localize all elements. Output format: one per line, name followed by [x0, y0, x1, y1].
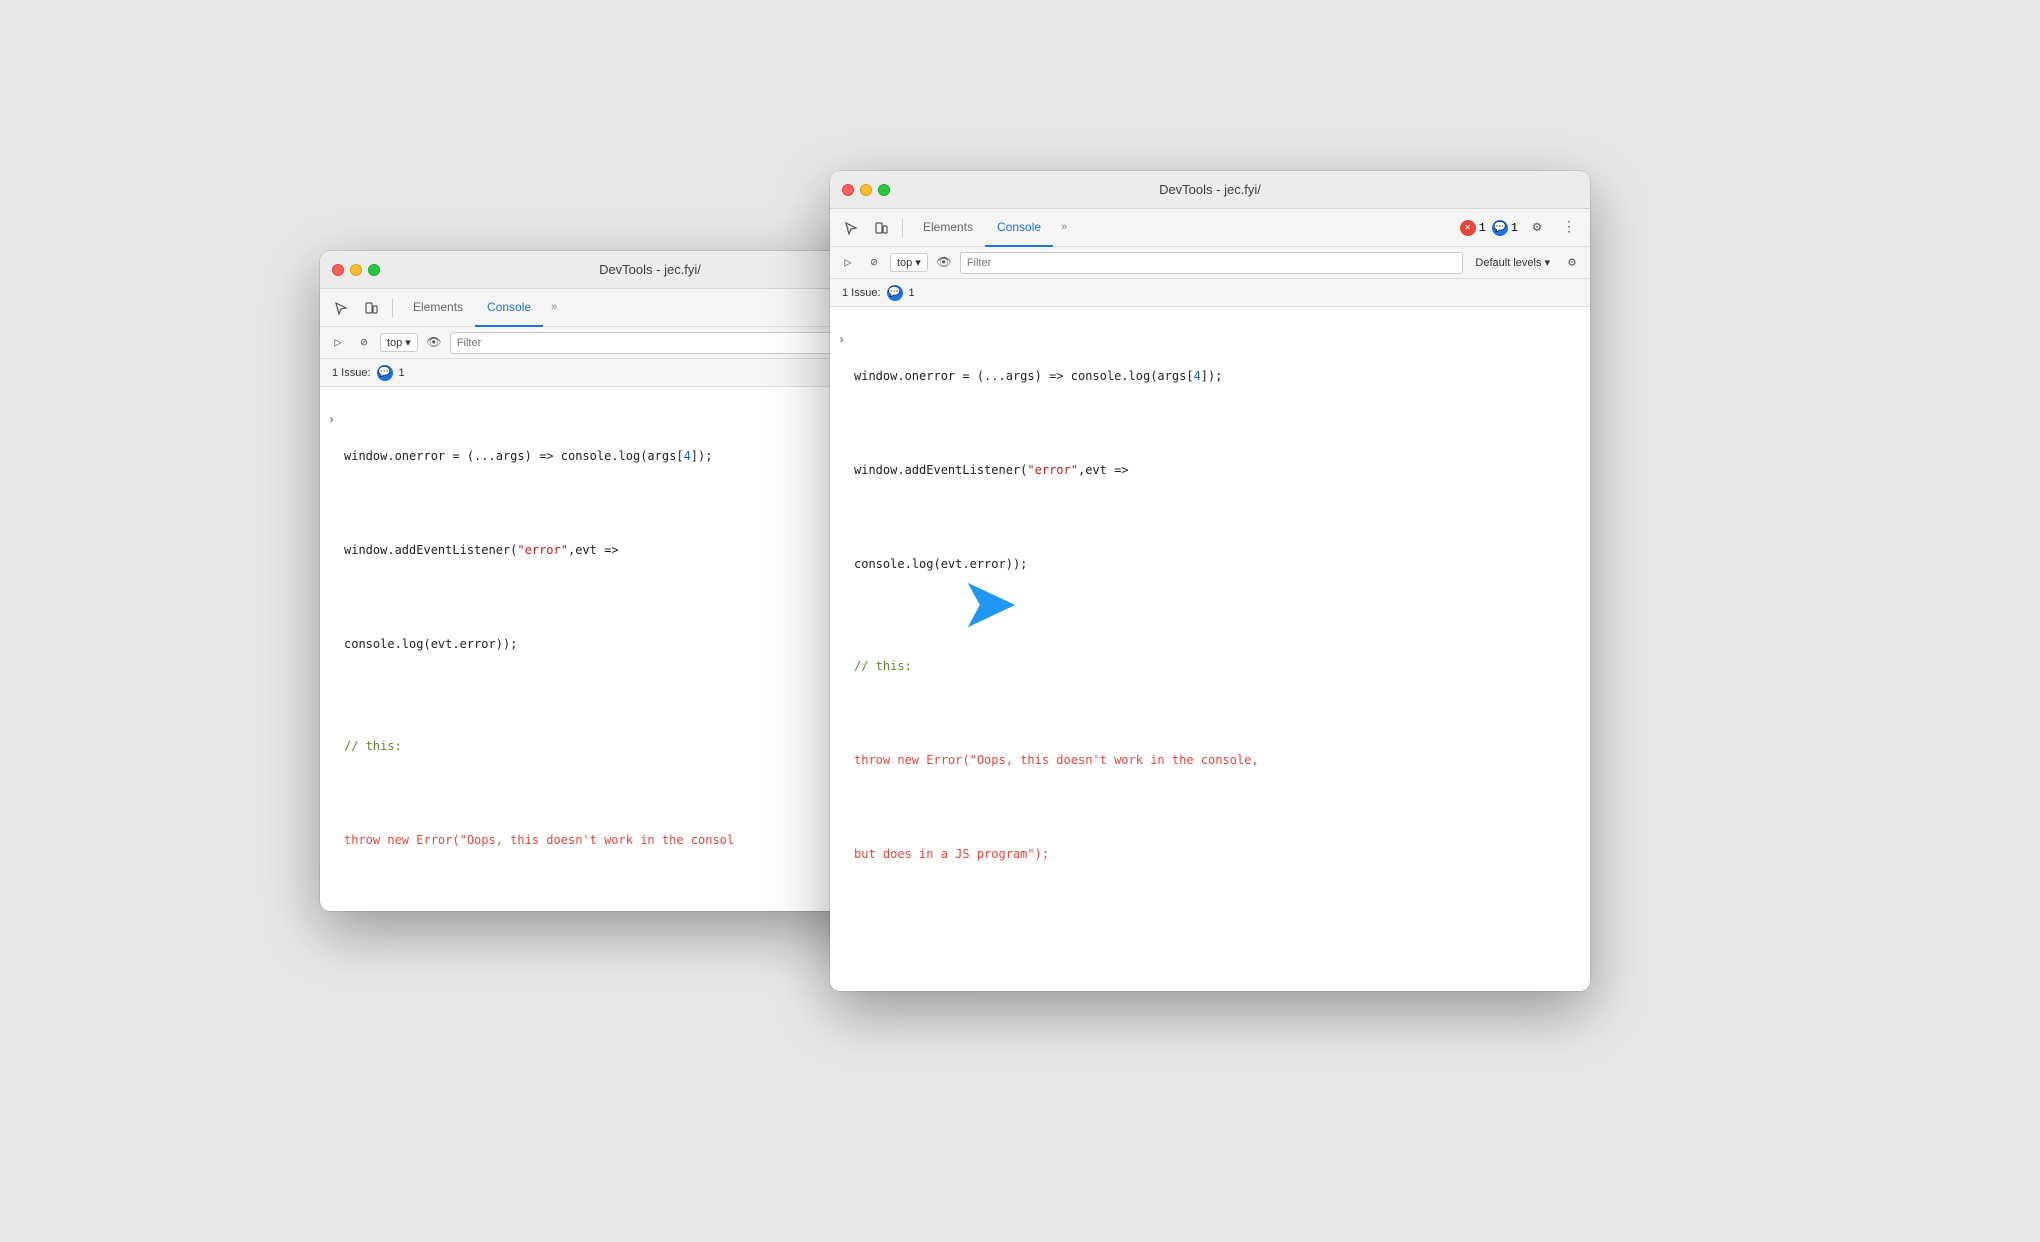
window-title-back: DevTools - jec.fyi/: [599, 262, 701, 277]
tab-more-back[interactable]: »: [543, 289, 565, 327]
error-count-front: 1: [1479, 221, 1486, 235]
top-label-back: top: [387, 337, 402, 349]
filter-input-front[interactable]: [960, 252, 1464, 274]
minimize-button-back[interactable]: [350, 264, 362, 276]
tab-elements-back[interactable]: Elements: [401, 289, 475, 327]
levels-label-front: Default levels: [1475, 257, 1541, 269]
tab-console-back[interactable]: Console: [475, 289, 543, 327]
run-btn-back[interactable]: ▷: [328, 333, 348, 353]
issues-count-back: 1: [399, 367, 405, 379]
issues-badge-front: 💬: [887, 285, 903, 301]
filter-input-back[interactable]: [450, 332, 854, 354]
scene: DevTools - jec.fyi/ Elements Console » ✕…: [320, 171, 1720, 1071]
close-button-front[interactable]: [842, 184, 854, 196]
console-content-front: › window.onerror = (...args) => console.…: [830, 307, 1590, 931]
issues-label-front: 1 Issue:: [842, 287, 881, 299]
blue-arrow: ➤: [960, 568, 1019, 638]
run-btn-front[interactable]: ▷: [838, 253, 858, 273]
comment-or-front: // or this:: [830, 909, 1590, 931]
block-btn-front[interactable]: ⊘: [864, 253, 884, 273]
tabs-front: Elements Console »: [911, 209, 1075, 247]
issues-label-back: 1 Issue:: [332, 367, 371, 379]
throw-line-front: throw new Error("Oops, this doesn't work…: [830, 713, 1590, 807]
eye-btn-back[interactable]: 👁: [424, 333, 444, 353]
issues-badge-back: 💬: [377, 365, 393, 381]
input-line-3-front: console.log(evt.error));: [830, 517, 1590, 611]
console-toolbar-front: ▷ ⊘ top ▾ 👁 Default levels ▾ ⚙: [830, 247, 1590, 279]
device-tool-front[interactable]: [868, 215, 894, 241]
maximize-button-front[interactable]: [878, 184, 890, 196]
tabs-back: Elements Console »: [401, 289, 565, 327]
window-title-front: DevTools - jec.fyi/: [1159, 182, 1261, 197]
tab-toolbar-front: Elements Console » ✕ 1 💬 1 ⚙ ⋮: [830, 209, 1590, 247]
minimize-button-front[interactable]: [860, 184, 872, 196]
cursor-tool-back[interactable]: [328, 295, 354, 321]
top-dropdown-front[interactable]: top ▾: [890, 253, 928, 272]
sep-front: [902, 218, 903, 238]
device-tool-back[interactable]: [358, 295, 384, 321]
traffic-lights-back: [332, 264, 380, 276]
cursor-tool-front[interactable]: [838, 215, 864, 241]
maximize-button-back[interactable]: [368, 264, 380, 276]
levels-dropdown-front[interactable]: Default levels ▾: [1469, 254, 1556, 271]
sep-back: [392, 298, 393, 318]
gear-btn-front[interactable]: ⚙: [1562, 253, 1582, 273]
title-bar-front: DevTools - jec.fyi/: [830, 171, 1590, 209]
more-button-front[interactable]: ⋮: [1556, 215, 1582, 241]
close-button-back[interactable]: [332, 264, 344, 276]
eye-btn-front[interactable]: 👁: [934, 253, 954, 273]
error-badge-front: ✕: [1460, 220, 1476, 236]
top-label-front: top: [897, 257, 912, 269]
comment-this-front: // this:: [830, 619, 1590, 713]
input-line-2-front: window.addEventListener("error",evt =>: [830, 423, 1590, 517]
settings-button-front[interactable]: ⚙: [1524, 215, 1550, 241]
tab-console-front[interactable]: Console: [985, 209, 1053, 247]
issues-count-front: 1: [909, 287, 915, 299]
block-btn-back[interactable]: ⊘: [354, 333, 374, 353]
msg-count-front: 1: [1511, 221, 1518, 235]
issues-bar-front: 1 Issue: 💬 1: [830, 279, 1590, 307]
devtools-window-front: DevTools - jec.fyi/ Elements Console » ✕…: [830, 171, 1590, 991]
tab-elements-front[interactable]: Elements: [911, 209, 985, 247]
top-dropdown-back[interactable]: top ▾: [380, 333, 418, 352]
msg-badge-front: 💬: [1492, 220, 1508, 236]
tab-more-front[interactable]: »: [1053, 209, 1075, 247]
input-line-1-front: › window.onerror = (...args) => console.…: [830, 311, 1590, 423]
throw-line2-front: but does in a JS program");: [830, 807, 1590, 901]
traffic-lights-front: [842, 184, 890, 196]
